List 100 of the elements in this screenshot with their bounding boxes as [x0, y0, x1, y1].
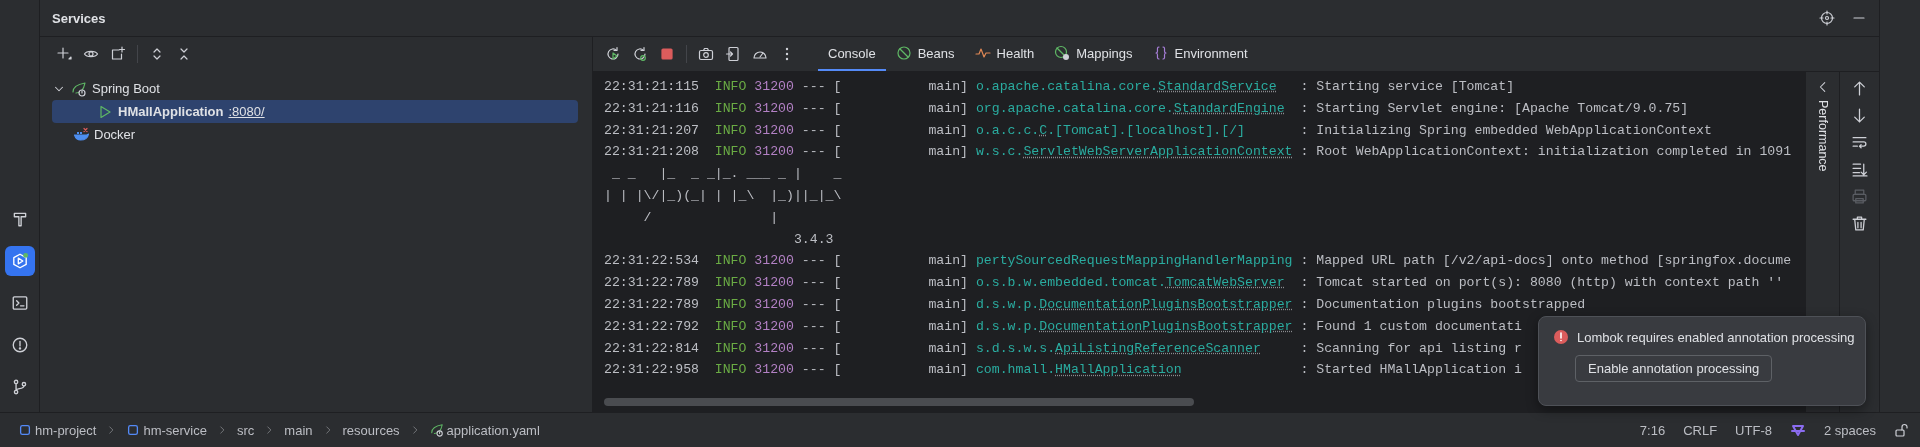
timestamp: 22:31:21:208 — [604, 143, 699, 162]
arrow-up-icon[interactable] — [1851, 80, 1868, 97]
stop-icon[interactable] — [659, 46, 675, 62]
log-level: INFO — [714, 121, 747, 140]
thread-name: --- [ main] — [801, 339, 969, 358]
log-level: INFO — [714, 339, 747, 358]
log-message: : Found 1 custom documentati — [1300, 317, 1522, 336]
arrow-down-icon[interactable] — [1851, 107, 1868, 124]
scroll-to-end-icon[interactable] — [1851, 161, 1868, 178]
log-level: INFO — [714, 252, 747, 271]
tab[interactable]: Health — [964, 37, 1045, 71]
terminal-icon — [10, 294, 29, 312]
notification-message: Lombok requires enabled annotation processing — [1577, 329, 1855, 345]
log-level: INFO — [714, 361, 747, 380]
add-icon[interactable] — [56, 46, 72, 62]
status-item[interactable]: UTF-8 — [1735, 422, 1772, 438]
thread-name: --- [ main] — [801, 121, 969, 140]
thread-name: --- [ main] — [801, 361, 969, 380]
thread-name: --- [ main] — [801, 295, 969, 314]
thread-name: --- [ main] — [801, 99, 969, 118]
status-item[interactable]: 7:16 — [1639, 422, 1666, 438]
whale-icon — [73, 126, 89, 143]
log-message: : Root WebApplicationContext: initialization completed in 1091 — [1300, 143, 1792, 162]
panel-title: Services — [52, 10, 107, 26]
thread-name: --- [ main] — [801, 143, 969, 162]
new-window-icon[interactable] — [110, 46, 126, 62]
process-id: 31200 — [754, 99, 794, 118]
play-icon — [97, 103, 113, 120]
timestamp: 22:31:22:792 — [604, 317, 699, 336]
tree-item[interactable]: Spring Boot — [52, 77, 578, 100]
timestamp: 22:31:22:789 — [604, 295, 699, 314]
log-level: INFO — [714, 295, 747, 314]
logger-name: pertySourcedRequestMappingHandlerMapping — [975, 252, 1293, 271]
logger-name: w.s.c.ServletWebServerApplicationContext — [975, 143, 1293, 162]
thread-name: --- [ main] — [801, 252, 969, 271]
camera-icon[interactable] — [698, 46, 714, 62]
tab[interactable]: Beans — [885, 37, 965, 71]
logger-name: o.s.b.w.embedded.tomcat.TomcatWebServer — [975, 274, 1286, 293]
breadcrumb[interactable]: main — [284, 422, 313, 438]
breadcrumb[interactable]: src — [237, 422, 255, 438]
tree-item[interactable]: Docker — [52, 123, 578, 146]
log-message: : Initializing Spring embedded WebApplicationContext — [1300, 121, 1712, 140]
timestamp: 22:31:21:115 — [604, 78, 699, 96]
log-level: INFO — [714, 143, 747, 162]
export-icon[interactable] — [725, 46, 741, 62]
timestamp: 22:31:22:814 — [604, 339, 699, 358]
assistant-icon[interactable] — [1789, 422, 1806, 438]
process-id: 31200 — [754, 274, 794, 293]
rerun-debug-icon[interactable] — [632, 46, 648, 62]
logger-name: com.hmall.HMallApplication — [975, 361, 1183, 380]
breadcrumb[interactable]: application.yaml — [429, 422, 540, 438]
timestamp: 22:31:22:789 — [604, 274, 699, 293]
logger-name: s.d.s.w.s.ApiListingReferenceScanner — [975, 339, 1262, 358]
module-icon — [126, 423, 141, 437]
logger-name: o.apache.catalina.core.StandardService — [975, 78, 1278, 96]
soft-wrap-icon[interactable] — [1851, 134, 1868, 151]
thread-name: --- [ main] — [801, 274, 969, 293]
log-message: : Documentation plugins bootstrapped — [1300, 295, 1586, 314]
process-id: 31200 — [754, 295, 794, 314]
timestamp: 22:31:21:207 — [604, 121, 699, 140]
timestamp: 22:31:22:958 — [604, 361, 699, 380]
breadcrumb[interactable]: hm-service — [126, 422, 207, 438]
spring-leaf-icon — [71, 80, 87, 97]
log-level: INFO — [714, 99, 747, 118]
tab[interactable]: Mappings — [1044, 37, 1143, 71]
breadcrumb[interactable]: resources — [342, 422, 400, 438]
process-id: 31200 — [754, 339, 794, 358]
tab[interactable]: Environment — [1142, 37, 1258, 71]
log-message: : Starting service [Tomcat] — [1300, 78, 1515, 96]
enable-button[interactable]: Enable annotation processing — [1575, 355, 1773, 382]
scrollbar[interactable] — [604, 398, 1194, 406]
timestamp: 22:31:21:116 — [604, 99, 699, 118]
log-message: : Starting Servlet engine: [Apache Tomcat/9.0.75] — [1300, 99, 1689, 118]
logger-name: d.s.w.p.DocumentationPluginsBootstrapper — [975, 317, 1293, 336]
problems-icon — [10, 336, 29, 354]
prohibited-icon — [895, 45, 912, 61]
tree-item[interactable]: HMallApplication :8080/ — [52, 100, 578, 123]
banner-text: / | — [642, 208, 779, 227]
breadcrumb[interactable]: hm-project — [18, 422, 97, 438]
log-message: : Started HMallApplication i — [1300, 361, 1522, 380]
process-id: 31200 — [754, 361, 794, 380]
side-tab[interactable]: Performance — [1815, 100, 1830, 172]
logger-name: org.apache.catalina.core.StandardEngine — [975, 99, 1286, 118]
target-icon[interactable] — [1819, 10, 1835, 26]
process-id: 31200 — [754, 78, 794, 96]
log-level: INFO — [714, 78, 747, 96]
services-icon — [10, 252, 29, 270]
log-message: : Mapped URL path [/v2/api-docs] onto method [springfox.docume — [1300, 252, 1792, 271]
lock-open-icon[interactable] — [1894, 422, 1910, 438]
log-level: INFO — [714, 317, 747, 336]
log-message: : Tomcat started on port(s): 8080 (http) with context path '' — [1300, 274, 1784, 293]
logger-name: d.s.w.p.DocumentationPluginsBootstrapper — [975, 295, 1293, 314]
status-item[interactable]: 2 spaces — [1823, 422, 1876, 438]
status-item[interactable]: CRLF — [1683, 422, 1718, 438]
rerun-icon[interactable] — [605, 46, 621, 62]
log-level: INFO — [714, 274, 747, 293]
tool-window-button[interactable] — [4, 246, 35, 276]
trash-icon[interactable] — [1851, 215, 1868, 232]
log-message: : Scanning for api listing r — [1300, 339, 1522, 358]
spring-file-icon — [429, 423, 444, 437]
